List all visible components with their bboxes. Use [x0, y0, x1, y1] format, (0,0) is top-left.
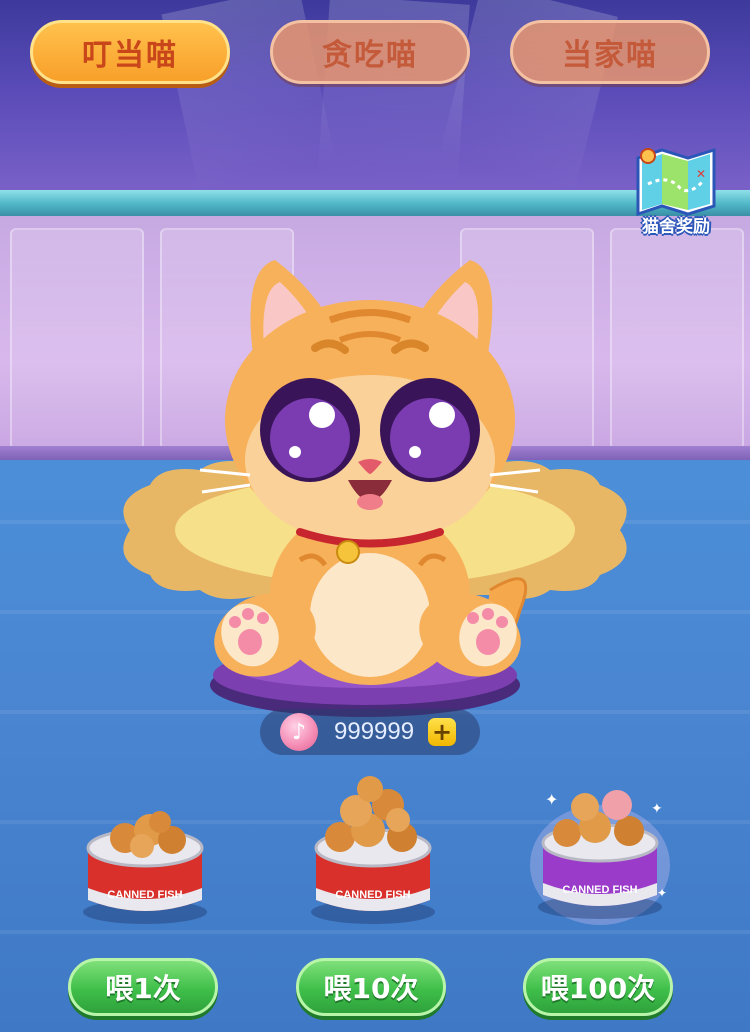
tab-dingdang[interactable]: 叮当喵 — [30, 20, 230, 84]
plus-icon[interactable]: + — [428, 718, 457, 746]
svg-text:CANNED FISH: CANNED FISH — [562, 884, 637, 896]
tab-tanchi[interactable]: 贪吃喵 — [270, 20, 470, 84]
music-note-coin-icon: ♪ — [280, 713, 318, 751]
map-icon: ✕ — [636, 147, 716, 217]
cat — [199, 260, 541, 685]
game-scene: 叮当喵 贪吃喵 当家喵 ✕ 猫舍奖励 ♪ 999999 + CANNED FIS… — [0, 0, 750, 1032]
svg-text:✕: ✕ — [696, 167, 706, 181]
currency-bar: ♪ 999999 + — [260, 709, 480, 755]
svg-text:CANNED FISH: CANNED FISH — [335, 889, 410, 901]
canned-fish-icon: ✦ ✦ ✦ CANNED FISH — [530, 790, 670, 925]
svg-text:✦: ✦ — [545, 790, 558, 809]
food-can-small[interactable]: CANNED FISH — [70, 800, 220, 934]
food-can-large[interactable]: ✦ ✦ ✦ CANNED FISH — [525, 785, 675, 929]
canned-fish-icon: CANNED FISH — [83, 811, 207, 924]
svg-text:✦: ✦ — [651, 801, 663, 817]
canned-fish-icon: CANNED FISH — [311, 776, 435, 924]
feed-1-button[interactable]: 喂1次 — [68, 958, 218, 1016]
cat-area — [123, 260, 627, 717]
currency-amount: 999999 — [334, 718, 415, 745]
svg-text:✦: ✦ — [657, 886, 667, 900]
svg-text:CANNED FISH: CANNED FISH — [107, 889, 182, 901]
cattery-reward-button[interactable]: ✕ 猫舍奖励 — [628, 144, 724, 240]
feed-100-button[interactable]: 喂100次 — [523, 958, 673, 1016]
feed-10-button[interactable]: 喂10次 — [296, 958, 446, 1016]
tab-dangjia[interactable]: 当家喵 — [510, 20, 710, 84]
food-can-medium[interactable]: CANNED FISH — [298, 775, 448, 934]
